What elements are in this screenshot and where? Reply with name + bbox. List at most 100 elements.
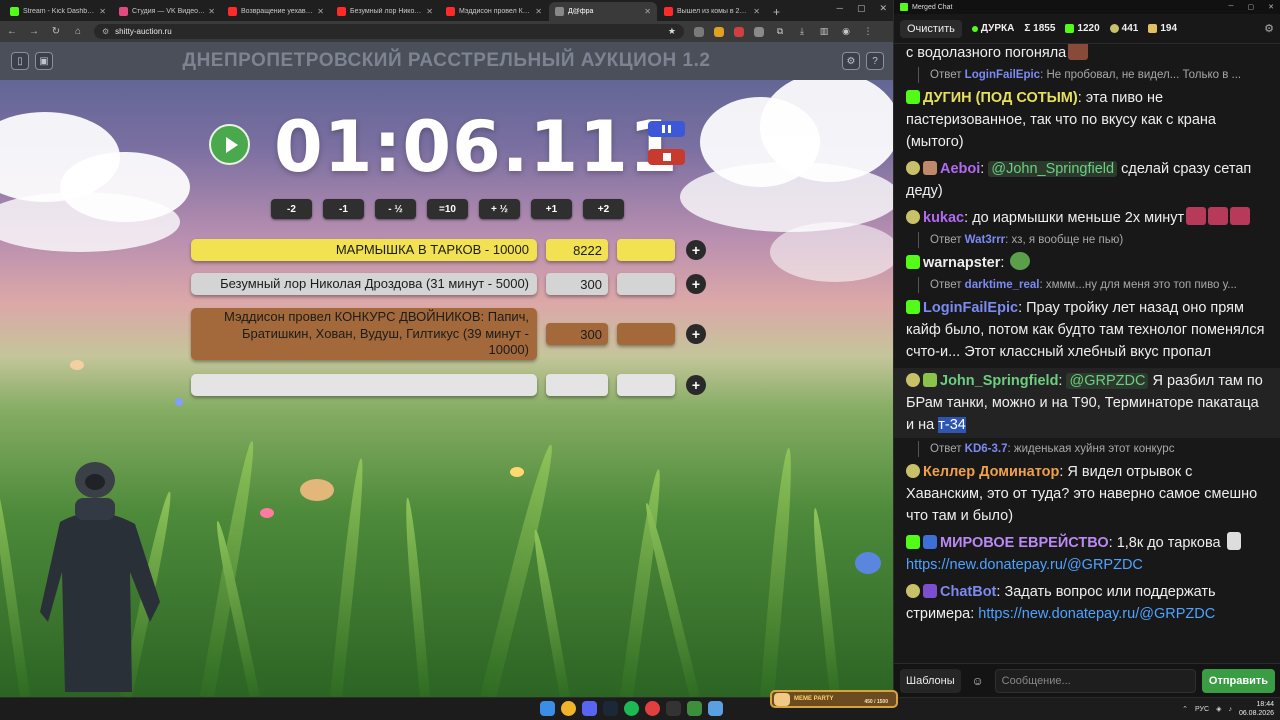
language-indicator[interactable]: РУС [1195,706,1209,713]
extension-icon[interactable] [714,26,724,37]
steam-icon[interactable] [603,701,618,716]
app-icon[interactable] [708,701,723,716]
tab-vk-studio[interactable]: Студия — VK Видео Live ✕ [113,2,221,21]
donate-link[interactable]: https://new.donatepay.ru/@GRPZDC [978,606,1215,622]
maximize-icon[interactable]: ▢ [857,3,866,14]
play-button[interactable] [209,124,250,165]
bookmark-star-icon[interactable]: ★ [668,26,676,37]
time-minus-1-button[interactable]: -1 [323,199,364,219]
lot-amount-field[interactable]: 300 [546,323,608,345]
address-bar[interactable]: ⚙ shitty-auction.ru ★ [94,24,684,39]
new-lot-add-button[interactable]: + [686,375,706,395]
settings-gear-icon[interactable]: ⚙ [842,52,860,70]
forward-icon[interactable]: → [28,26,40,37]
chat-nick[interactable]: Келлер Доминатор [923,464,1059,480]
lot-name-field[interactable]: Безумный лор Николая Дроздова (31 минут … [191,273,537,295]
sidebar-icon[interactable]: ▥ [818,26,830,37]
time-minus-half-button[interactable]: - ½ [375,199,416,219]
extension-icon[interactable] [754,26,764,37]
new-tab-button[interactable]: + [767,2,786,21]
tab-youtube-4[interactable]: Вышел из комы в 2026 год✕ [658,2,766,21]
time-plus-1-button[interactable]: +1 [531,199,572,219]
chat-settings-gear-icon[interactable]: ⚙ [1264,22,1274,35]
windows-start-icon[interactable] [540,701,555,716]
chat-nick[interactable]: LoginFailEpic [923,300,1018,316]
send-button[interactable]: Отправить [1201,668,1275,693]
chat-nick[interactable]: kukac [923,210,964,226]
close-tab-icon[interactable]: ✕ [535,7,542,16]
profile-icon[interactable]: ◉ [840,26,852,37]
obs-icon[interactable] [666,701,681,716]
network-icon[interactable]: ◈ [1216,705,1221,713]
lot-amount-field[interactable]: 300 [546,273,608,295]
chat-nick[interactable]: МИРОВОЕ ЕВРЕЙСТВО [940,535,1109,551]
chat-nick[interactable]: ChatBot [940,584,996,600]
lot-add-button[interactable]: + [686,324,706,344]
time-plus-2-button[interactable]: +2 [583,199,624,219]
new-lot-name-input[interactable] [191,374,537,396]
lot-name-field[interactable]: МАРМЫШКА В ТАРКОВ - 10000 [191,239,537,261]
chat-nick[interactable]: warnapster [923,255,1000,271]
new-lot-amount-input[interactable] [546,374,608,396]
lot-add-button[interactable]: + [686,240,706,260]
clock[interactable]: 18:44 06.08.2026 [1239,700,1274,718]
minimize-icon[interactable]: ─ [837,3,843,14]
time-plus-half-button[interactable]: + ½ [479,199,520,219]
tab-youtube-2[interactable]: Безумный лор Николая Др✕ [331,2,439,21]
emoji-picker-icon[interactable]: ☺ [967,674,989,688]
menu-icon[interactable]: ⋮ [862,26,874,37]
reply-preview[interactable]: Ответ KD6-3.7: жиденькая хуйня этот конк… [918,441,1269,457]
close-tab-icon[interactable]: ✕ [208,7,215,16]
home-icon[interactable]: ⌂ [72,26,84,37]
lot-add-amount-field[interactable] [617,273,675,295]
reply-preview[interactable]: Ответ Wat3rrr: хз, я вообще не пью) [918,232,1269,248]
close-tab-icon[interactable]: ✕ [99,7,106,16]
chat-nick[interactable]: ДУГИН (ПОД СОТЫМ) [923,90,1078,106]
chat-nick[interactable]: John_Springfield [940,373,1058,389]
tab-youtube-1[interactable]: Возвращение уехавших ст✕ [222,2,330,21]
save-icon[interactable]: ▣ [35,52,53,70]
time-minus-2-button[interactable]: -2 [271,199,312,219]
reply-preview[interactable]: Ответ LoginFailEpic: Не пробовал, не вид… [918,67,1269,83]
lot-name-field[interactable]: Мэддисон провел КОНКУРС ДВОЙНИКОВ: Папич… [191,308,537,360]
close-tab-icon[interactable]: ✕ [317,7,324,16]
tray-chevron-icon[interactable]: ⌃ [1182,705,1188,713]
close-window-icon[interactable]: ✕ [1268,3,1274,11]
new-lot-extra-input[interactable] [617,374,675,396]
app-icon[interactable] [687,701,702,716]
mention[interactable]: @John_Springfield [988,161,1118,177]
lot-add-amount-field[interactable] [617,323,675,345]
tab-youtube-3[interactable]: Мэддисон провел КОНКУР✕ [440,2,548,21]
templates-button[interactable]: Шаблоны [900,668,961,693]
extensions-puzzle-icon[interactable]: ⧉ [774,26,786,37]
stop-button[interactable] [648,149,685,165]
chrome-icon[interactable] [561,701,576,716]
extension-icon[interactable] [734,26,744,37]
layout-toggle-icon[interactable]: ▯ [11,52,29,70]
close-tab-icon[interactable]: ✕ [753,7,760,16]
close-tab-icon[interactable]: ✕ [644,7,651,16]
lot-add-amount-field[interactable] [617,239,675,261]
tab-auction[interactable]: Д@фра ✕ [549,2,657,21]
minimize-icon[interactable]: ─ [1229,3,1234,11]
tab-kick-dashboard[interactable]: Stream - Kick Dashboard ✕ [4,2,112,21]
lot-add-button[interactable]: + [686,274,706,294]
volume-icon[interactable]: ♪ [1228,706,1232,713]
spotify-icon[interactable] [624,701,639,716]
download-icon[interactable]: ⤓ [796,26,808,37]
reply-preview[interactable]: Ответ darktime_real: хммм...ну для меня … [918,277,1269,293]
site-info-icon[interactable]: ⚙ [102,27,109,36]
help-icon[interactable]: ? [866,52,884,70]
chat-nick[interactable]: Aeboi [940,161,980,177]
extension-icon[interactable] [694,26,704,37]
chat-message-input[interactable] [994,668,1196,693]
close-window-icon[interactable]: ✕ [879,3,887,14]
lot-amount-field[interactable]: 8222 [546,239,608,261]
maximize-icon[interactable]: ▢ [1248,3,1255,11]
pause-button[interactable] [648,121,685,137]
discord-icon[interactable] [582,701,597,716]
time-set-10-button[interactable]: =10 [427,199,468,219]
mention[interactable]: @GRPZDC [1066,373,1149,389]
back-icon[interactable]: ← [6,26,18,37]
clear-chat-button[interactable]: Очистить [900,19,962,38]
